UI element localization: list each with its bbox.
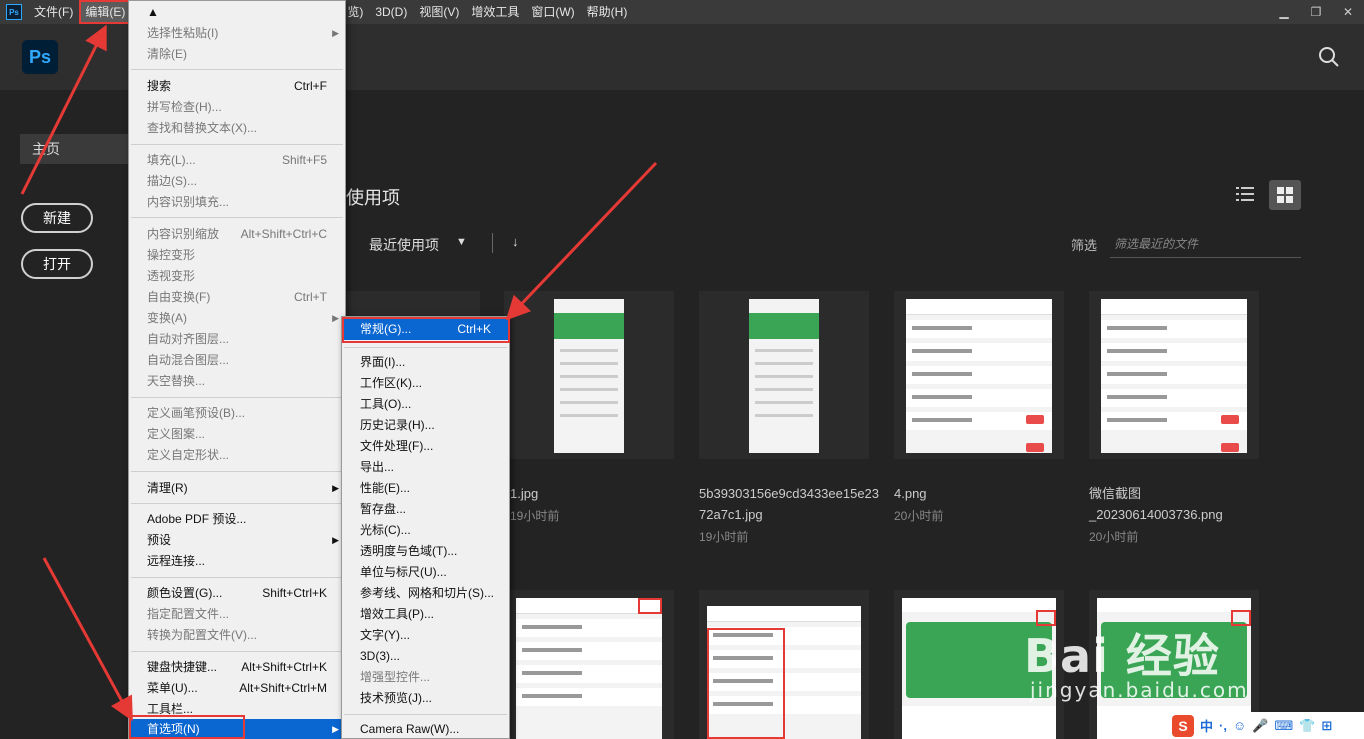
mic-icon[interactable]: 🎤 — [1252, 718, 1268, 734]
ime-toolbar: S 中 ·, ☺ 🎤 ⌨ 👕 ⊞ — [1168, 712, 1364, 739]
grid-icon[interactable]: ⊞ — [1321, 718, 1332, 734]
sogou-icon[interactable]: S — [1172, 714, 1194, 737]
watermark-logo: Bai 经验 — [1024, 629, 1220, 683]
ime-mode[interactable]: 中 — [1200, 716, 1213, 735]
watermark-url: jingyan.baidu.com — [1030, 678, 1249, 702]
punctuation-icon[interactable]: ·, — [1219, 718, 1227, 733]
emoji-icon[interactable]: ☺ — [1233, 718, 1246, 733]
keyboard-icon[interactable]: ⌨ — [1274, 718, 1293, 734]
skin-icon[interactable]: 👕 — [1299, 718, 1315, 734]
